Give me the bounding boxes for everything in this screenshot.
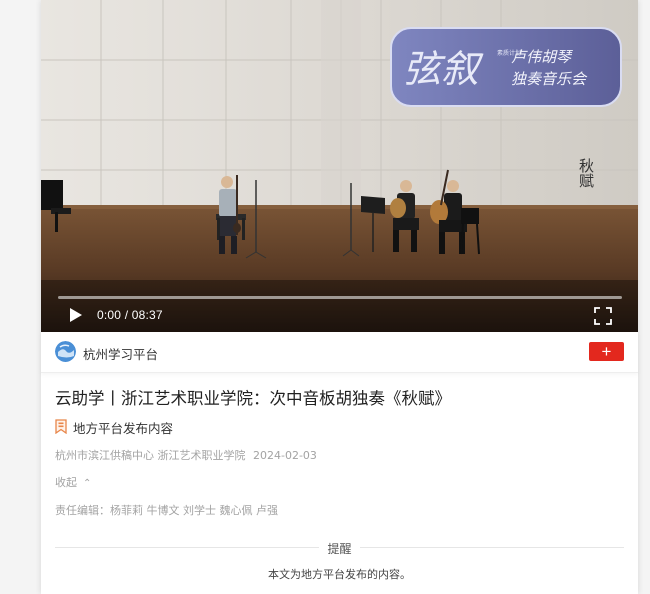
author-avatar[interactable] (55, 341, 76, 362)
meta-organization: 杭州市滨江供稿中心 浙江艺术职业学院 (55, 449, 246, 462)
responsible-editors: 责任编辑：杨菲莉 牛博文 刘学士 魏心佩 卢强 (55, 504, 278, 517)
fullscreen-icon[interactable] (594, 307, 612, 325)
author-bar: 杭州学习平台 + (41, 332, 638, 373)
notice-header: 提醒 (55, 540, 624, 556)
author-name[interactable]: 杭州学习平台 (83, 344, 158, 363)
video-player[interactable]: 弦叙 素质计划 卢伟胡琴 独奏音乐会 秋赋 0:00 / 08:37 (41, 0, 638, 332)
banner-main-text: 弦叙 (403, 47, 484, 91)
source-label: 地方平台发布内容 (73, 421, 174, 436)
video-progress-bar[interactable] (58, 296, 622, 299)
meta-date: 2024-02-03 (253, 449, 317, 462)
chevron-up-icon: ⌃ (83, 478, 92, 489)
banner-line2: 独奏音乐会 (511, 70, 588, 88)
concert-stage-image: 弦叙 素质计划 卢伟胡琴 独奏音乐会 秋赋 (41, 0, 638, 332)
video-time-display: 0:00 / 08:37 (97, 308, 163, 322)
notice-title: 提醒 (319, 542, 360, 556)
notice-body: 本文为地方平台发布的内容。 (268, 568, 411, 581)
play-icon[interactable] (68, 307, 84, 323)
video-side-caption: 秋赋 (577, 158, 595, 188)
article-page: 弦叙 素质计划 卢伟胡琴 独奏音乐会 秋赋 0:00 / 08:37 杭州学习平… (41, 0, 638, 594)
globe-avatar-icon (55, 341, 76, 362)
collapse-label: 收起 (55, 476, 77, 489)
follow-button[interactable]: + (589, 342, 624, 361)
bookmark-icon (55, 419, 67, 434)
article-meta: 杭州市滨江供稿中心 浙江艺术职业学院 2024-02-03 (55, 447, 321, 463)
collapse-toggle[interactable]: 收起 ⌃ (55, 474, 91, 490)
article-title: 云助学丨浙江艺术职业学院：次中音板胡独奏《秋赋》 (55, 389, 451, 408)
banner-line1: 卢伟胡琴 (511, 48, 573, 66)
